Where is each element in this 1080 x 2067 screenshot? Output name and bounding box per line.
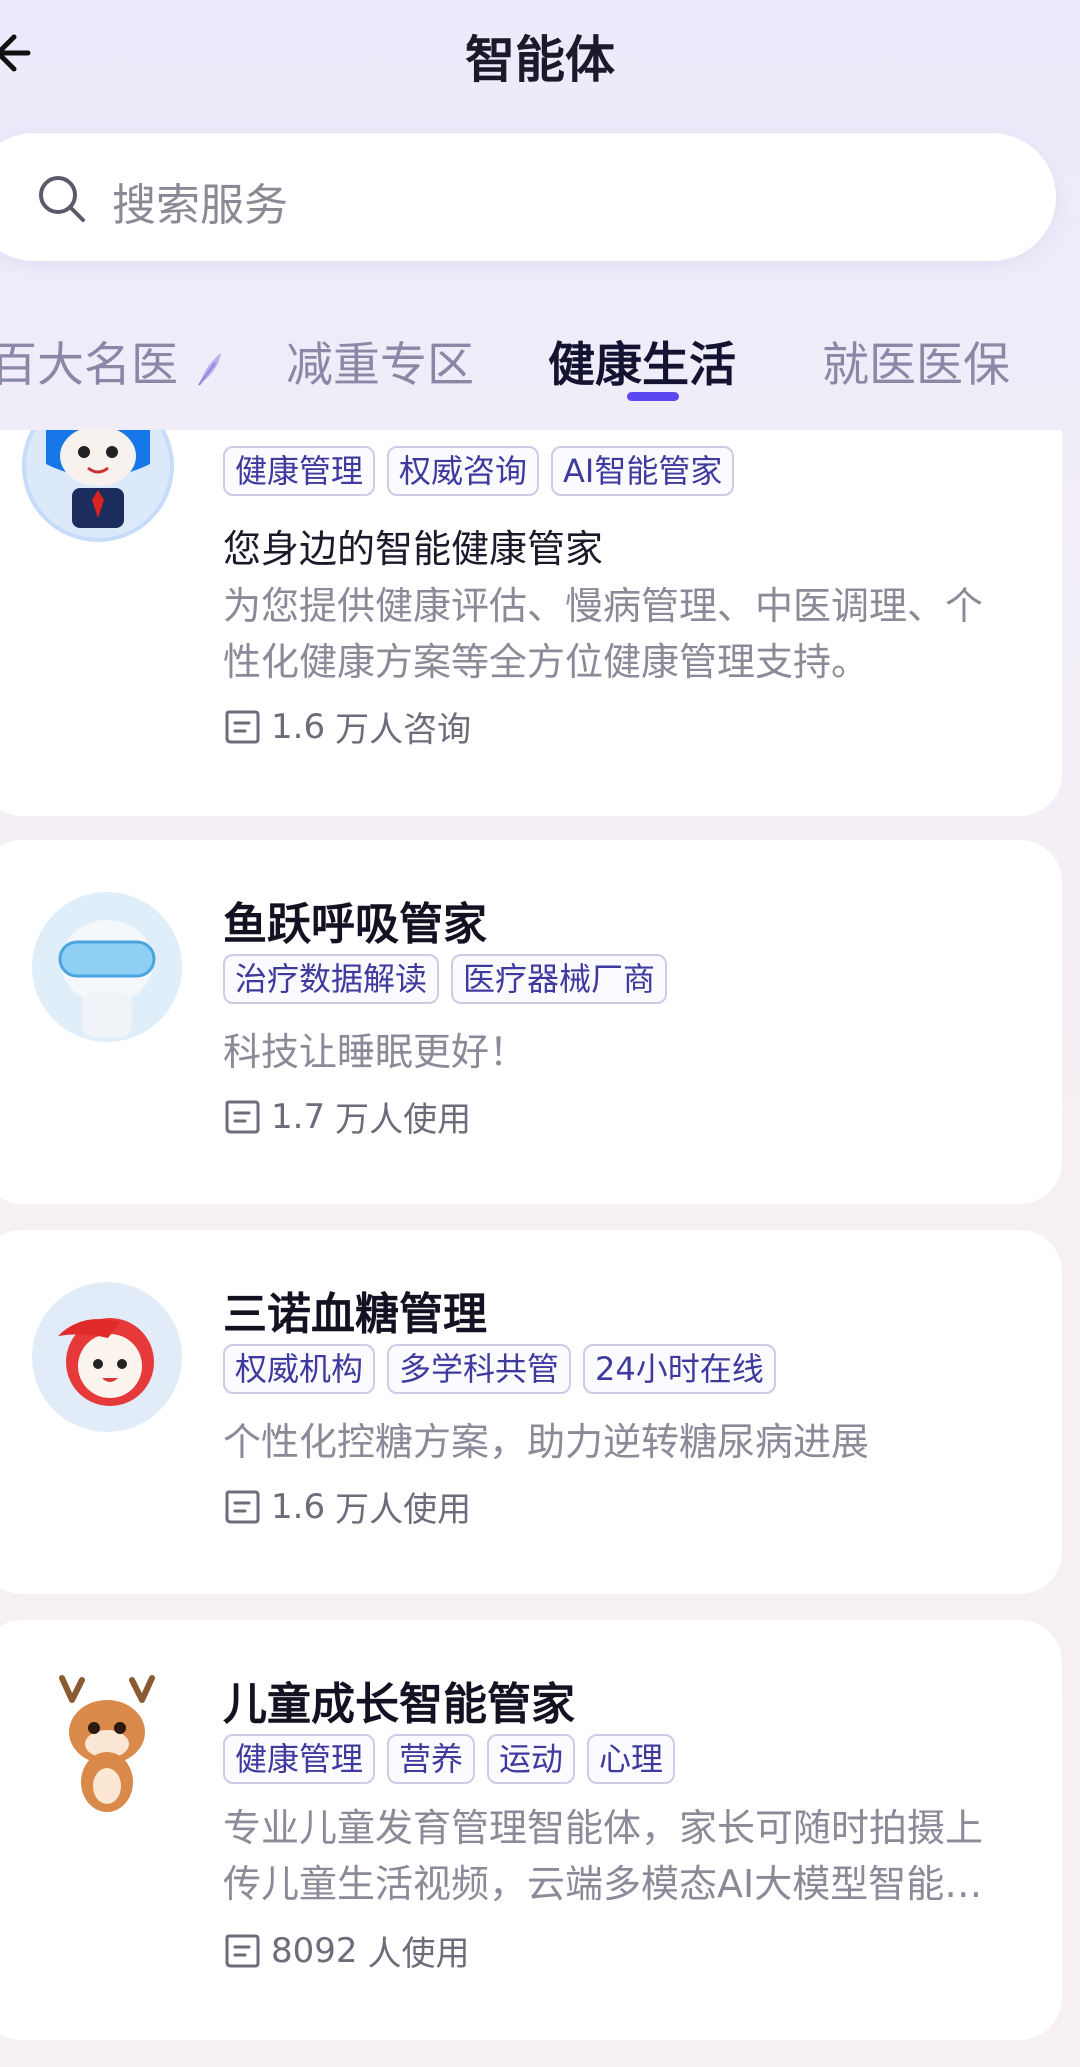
tag: 24小时在线: [583, 1344, 776, 1394]
search-input[interactable]: 搜索服务: [0, 133, 1056, 261]
usage-stat: 1.7 万人使用: [223, 1092, 471, 1141]
tag: 治疗数据解读: [223, 954, 440, 1004]
tab-weight-loss[interactable]: 减重专区: [286, 326, 474, 395]
header-bar: 智能体: [0, 0, 1080, 110]
card-title: 三诺血糖管理: [223, 1289, 487, 1340]
tab-famous-doctors[interactable]: 百大名医: [0, 326, 225, 395]
stat-text: 万人咨询: [335, 710, 472, 750]
avatar: [32, 1282, 182, 1432]
tab-healthy-living[interactable]: 健康生活: [548, 326, 736, 395]
card-subtitle: 您身边的智能健康管家: [223, 527, 604, 571]
tag-list: 健康管理 权威咨询 AI智能管家: [223, 446, 735, 496]
avatar: [32, 1670, 182, 1820]
usage-stat: 1.6 万人使用: [223, 1482, 471, 1531]
stat-number: 1.6: [271, 706, 326, 747]
chat-bubble-icon: [225, 1100, 260, 1133]
tag: 权威机构: [223, 1344, 376, 1394]
search-placeholder: 搜索服务: [112, 180, 288, 231]
tag-list: 权威机构 多学科共管 24小时在线: [223, 1344, 776, 1394]
card-title: 儿童成长智能管家: [223, 1679, 575, 1730]
card-description: 个性化控糖方案，助力逆转糖尿病进展: [223, 1420, 870, 1464]
deer-mascot-icon: [59, 1675, 155, 1812]
search-icon: [39, 176, 85, 222]
chat-bubble-icon: [225, 1490, 260, 1523]
card-description: 科技让睡眠更好！: [223, 1030, 528, 1074]
tag: 权威咨询: [387, 446, 540, 496]
card-description: 为您提供健康评估、慢病管理、中医调理、个性化健康方案等全方位健康管理支持。: [223, 584, 984, 684]
tag: 健康管理: [223, 1734, 376, 1784]
card-description: 专业儿童发育管理智能体，家长可随时拍摄上传儿童生活视频，云端多模态AI大模型智能…: [223, 1806, 984, 1906]
tag-list: 健康管理 营养 运动 心理: [223, 1734, 676, 1784]
stat-text: 万人使用: [335, 1490, 472, 1530]
category-tabs: 百大名医 减重专区 健康生活 就医医保: [0, 300, 1080, 430]
usage-stat: 8092 人使用: [223, 1926, 470, 1975]
tab-label: 百大名医: [0, 338, 178, 393]
agent-card-sinocare-glucose[interactable]: 三诺血糖管理 权威机构 多学科共管 24小时在线 个性化控糖方案，助力逆转糖尿病…: [0, 1230, 1062, 1594]
stat-text: 万人使用: [335, 1100, 472, 1140]
tab-medical-insurance[interactable]: 就医医保: [822, 326, 1010, 395]
stat-number: 1.6: [271, 1486, 326, 1527]
tag: 医疗器械厂商: [451, 954, 668, 1004]
red-cap-mascot-icon: [58, 1318, 154, 1406]
tag: 健康管理: [223, 446, 376, 496]
stat-number: 8092: [271, 1930, 358, 1971]
stat-number: 1.7: [271, 1096, 326, 1137]
tag-list: 治疗数据解读 医疗器械厂商: [223, 954, 668, 1004]
stat-text: 人使用: [367, 1934, 470, 1974]
card-title: 鱼跃呼吸管家: [223, 899, 487, 950]
avatar: [32, 892, 182, 1042]
usage-stat: 1.6 万人咨询: [223, 702, 471, 751]
white-robot-with-goggles-icon: [58, 920, 156, 1038]
tag: 多学科共管: [387, 1344, 572, 1394]
tag: 运动: [487, 1734, 576, 1784]
tag: 营养: [387, 1734, 476, 1784]
agent-card-child-growth[interactable]: 儿童成长智能管家 健康管理 营养 运动 心理 专业儿童发育管理智能体，家长可随时…: [0, 1620, 1062, 2040]
page-title: 智能体: [465, 31, 615, 89]
chat-bubble-icon: [225, 710, 260, 743]
agent-card-health-steward[interactable]: 健康管理 权威咨询 AI智能管家 您身边的智能健康管家 为您提供健康评估、慢病管…: [0, 380, 1062, 816]
agent-card-yuyue-breathing[interactable]: 鱼跃呼吸管家 治疗数据解读 医疗器械厂商 科技让睡眠更好！ 1.7 万人使用: [0, 840, 1062, 1204]
tag: 心理: [587, 1734, 676, 1784]
active-tab-indicator: [627, 392, 679, 401]
chat-bubble-icon: [225, 1934, 260, 1967]
tag: AI智能管家: [551, 446, 735, 496]
feather-icon: [198, 352, 221, 386]
